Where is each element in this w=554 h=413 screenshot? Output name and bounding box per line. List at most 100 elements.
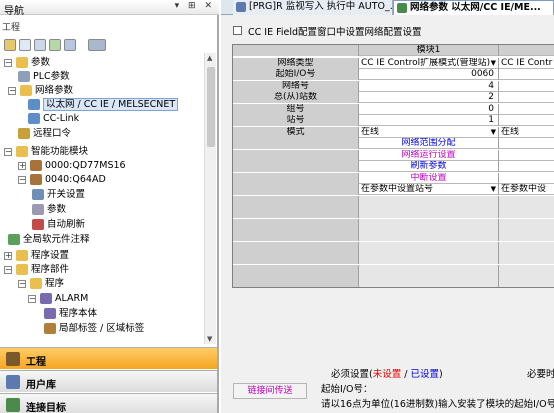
bottom-tab-user-library[interactable]: 用户库 [0,370,217,392]
module2-cell[interactable] [499,69,554,80]
row-label [233,150,359,161]
module2-cell[interactable] [499,161,554,172]
collapse-icon[interactable]: − [18,176,26,184]
tree-item[interactable]: + 程序设置 [4,250,204,262]
collapse-icon[interactable]: − [8,87,16,95]
folder-icon [16,250,28,261]
new-item-icon[interactable] [19,39,31,51]
empty-value-cell [499,207,554,218]
scroll-thumb[interactable] [207,67,215,147]
collapse-icon[interactable]: − [18,280,26,288]
module2-cell[interactable] [499,81,554,92]
tree-item-label: PLC参数 [33,71,70,82]
module2-cell[interactable] [499,104,554,115]
module2-cell[interactable] [499,150,554,161]
module2-cell[interactable] [499,115,554,126]
tree-item[interactable]: 参数 [32,204,204,216]
tree-item[interactable]: CC-Link [28,113,204,125]
network-icon [28,113,40,124]
number-input[interactable]: 0060 [359,69,499,80]
tree-item[interactable]: − 参数 [4,57,204,69]
number-input[interactable]: 0 [359,104,499,115]
tree-item[interactable]: − 程序部件 [4,264,204,276]
tree-item[interactable]: 全局软元件注释 [8,234,204,246]
copy-icon[interactable] [34,39,46,51]
grid-header-row: 模块1 [233,45,554,56]
refresh-icon[interactable] [49,39,61,51]
tree-item-label: 0040:Q64AD [45,174,106,185]
tree-item[interactable]: − 0040:Q64AD [18,174,204,186]
bottom-tab-label: 工程 [26,357,46,368]
window-buttons[interactable]: ▾ ⊞ ✕ [175,1,215,11]
tree-item[interactable]: 开关设置 [32,189,204,201]
grid-row: 总(从)站数 2 [233,92,554,103]
grid-row: 组号 0 [233,104,554,115]
checkbox-label: CC IE Field配置窗口中设置网络配置设置 [248,27,422,38]
chevron-down-icon[interactable]: ▼ [491,184,496,194]
not-set-label: 未设置 [372,369,402,380]
empty-value-cell [499,242,554,253]
setting-button[interactable]: 刷新参数 [359,161,499,172]
expand-icon[interactable]: + [18,162,26,170]
setting-button[interactable]: 网络运行设置 [359,150,499,161]
setting-button[interactable]: 网络范围分配 [359,138,499,149]
module2-dropdown[interactable]: 在线 [499,127,554,138]
tree-item[interactable]: PLC参数 [18,71,204,83]
collapse-icon[interactable]: − [4,59,12,67]
collapse-icon[interactable]: − [4,148,12,156]
module2-cell[interactable] [499,138,554,149]
checkbox-box[interactable] [233,26,242,35]
open-folder-icon[interactable] [4,39,16,51]
scroll-up-icon[interactable]: ▲ [207,54,212,62]
bottom-tab-project[interactable]: 工程 [0,347,217,369]
properties-dropdown-icon[interactable] [88,39,106,51]
dropdown-select[interactable]: 在参数中设置站号 ▼ [359,184,499,195]
tree-item[interactable]: 自动刷新 [32,219,204,231]
setting-button[interactable]: 中断设置 [359,173,499,184]
help-title: 起始I/O号： [321,384,373,395]
bottom-tab-connection[interactable]: 连接目标 [0,393,217,413]
tree-item[interactable]: − 程序 [18,278,204,290]
collapse-icon[interactable]: − [4,266,12,274]
tree-item-label: 开关设置 [47,189,86,200]
grid-empty-row [233,253,554,264]
dropdown-select[interactable]: 在线 ▼ [359,127,499,138]
tree-item[interactable]: 局部标签 / 区域标签 [44,323,204,335]
filter-icon[interactable] [64,39,76,51]
tree-item[interactable]: 程序本体 [44,308,204,320]
empty-value-cell [499,265,554,276]
chevron-down-icon[interactable]: ▼ [491,127,496,137]
expand-icon[interactable]: + [4,252,12,260]
number-input[interactable]: 4 [359,81,499,92]
number-input[interactable]: 1 [359,115,499,126]
grid-empty-row [233,265,554,276]
tab-program-monitor[interactable]: [PRG]R 监视写入 执行中 AUTO_... [233,0,393,15]
tree-item[interactable]: − ALARM [28,293,204,305]
chevron-down-icon[interactable]: ▼ [491,58,496,68]
empty-value-cell [359,242,499,253]
tree-scrollbar[interactable]: ▲ ▼ [204,53,216,344]
module2-cell[interactable] [499,173,554,184]
grid-row: 网络运行设置 [233,150,554,161]
tree-item[interactable]: − 网络参数 [8,85,204,97]
module2-dropdown[interactable]: 在参数中设 [499,184,554,195]
dropdown-select[interactable]: CC IE Control扩展模式(管理站) ▼ [359,58,499,69]
empty-value-cell [499,230,554,241]
scroll-down-icon[interactable]: ▼ [207,335,212,343]
tree-item[interactable]: 以太网 / CC IE / MELSECNET [28,98,204,111]
tree-item-label: 网络参数 [35,85,74,96]
navigation-title: 导航 [4,6,24,17]
number-input[interactable]: 2 [359,92,499,103]
empty-label-cell [233,265,359,276]
empty-label-cell [233,230,359,241]
link-transfer-button[interactable]: 链接间传送 [233,383,307,399]
module2-dropdown[interactable]: CC IE Contr [499,58,554,69]
tree-item[interactable]: +0000:QD77MS16 [18,160,204,172]
cc-ie-field-config-checkbox[interactable]: CC IE Field配置窗口中设置网络配置设置 [233,24,513,38]
tree-item[interactable]: − 智能功能模块 [4,146,204,158]
module2-cell[interactable] [499,92,554,103]
tree-item[interactable]: 远程口令 [18,128,204,140]
module-icon [30,174,42,185]
collapse-icon[interactable]: − [28,295,36,303]
tab-network-parameters[interactable]: 网络参数 以太网/CC IE/ME... [393,0,554,15]
